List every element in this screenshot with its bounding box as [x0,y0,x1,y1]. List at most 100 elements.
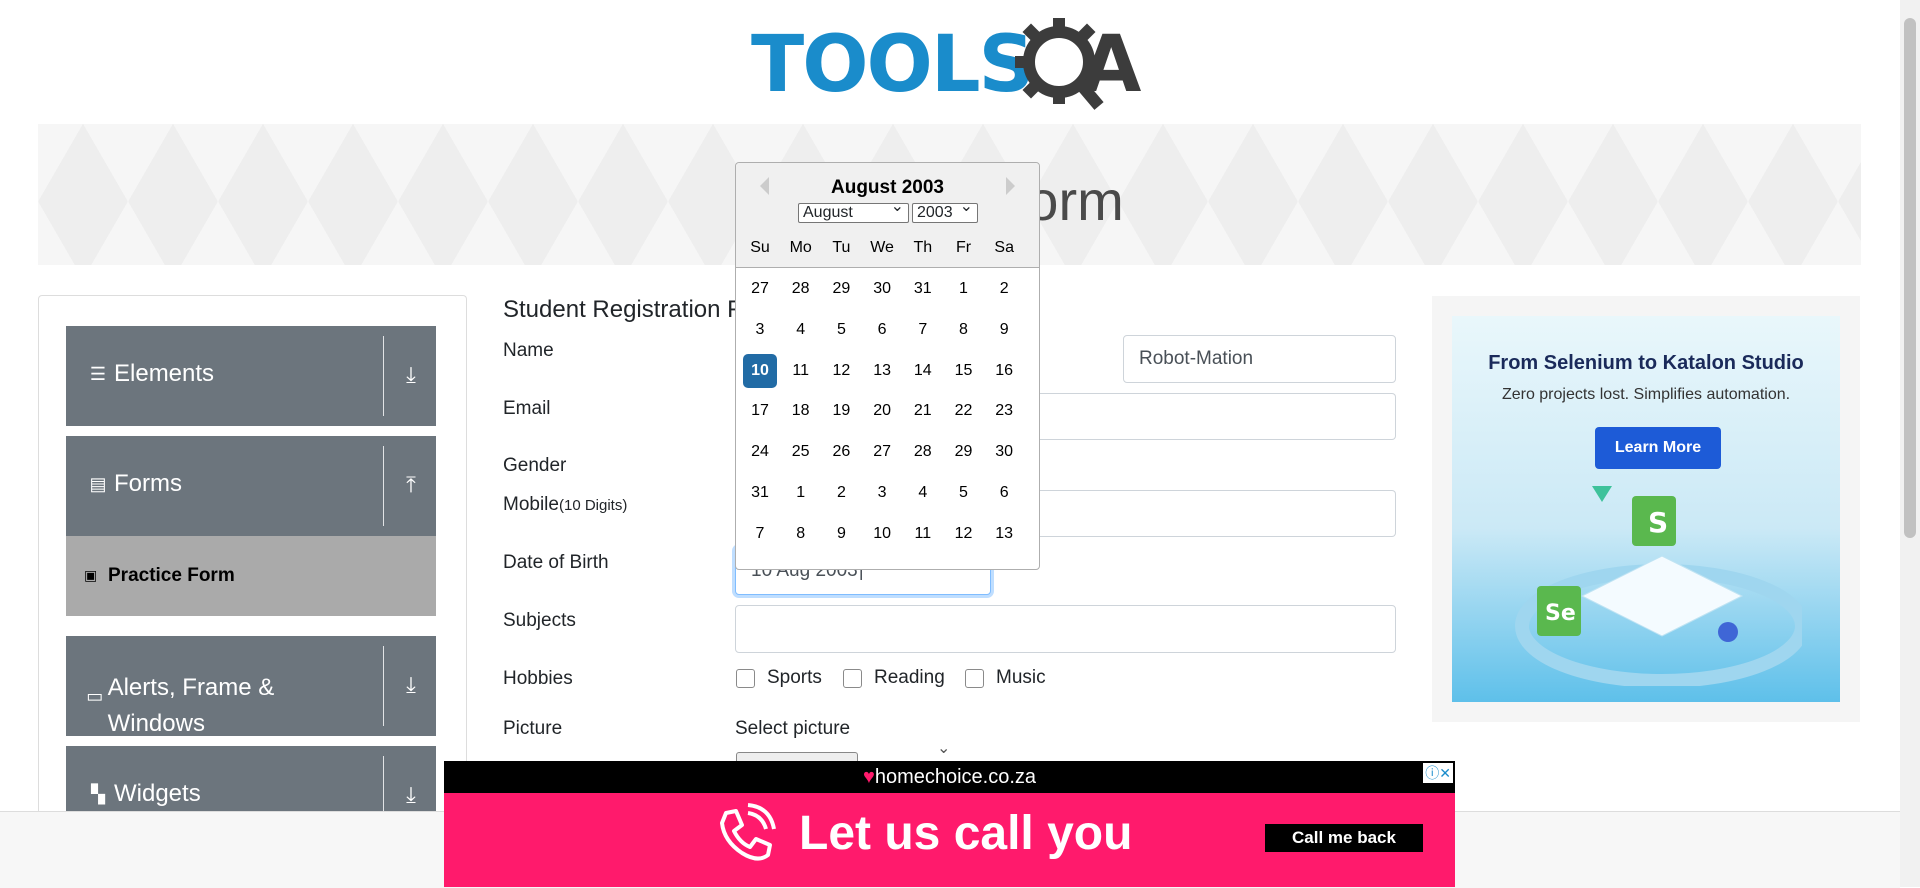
call-me-back-button[interactable]: Call me back [1265,824,1423,852]
month-select[interactable]: August [798,198,909,223]
sidebar-group-label: Elements [114,360,215,387]
day-cell[interactable]: 23 [987,394,1021,428]
ad-title: From Selenium to Katalon Studio [1488,352,1804,374]
day-cell[interactable]: 4 [906,476,940,510]
day-cell[interactable]: 11 [906,517,940,551]
last-name-field[interactable]: Robot-Mation [1123,335,1396,383]
weekday-label: Tu [832,239,851,256]
close-ad-icon[interactable]: ⓘ✕ [1423,763,1453,783]
hobby-label: Music [996,667,1046,688]
katalon-ad[interactable]: From Selenium to Katalon Studio Zero pro… [1432,296,1860,722]
day-cell[interactable]: 7 [743,517,777,551]
hobby-music-checkbox[interactable]: Music [965,667,1046,689]
day-cell[interactable]: 19 [824,394,858,428]
day-cell[interactable]: 28 [906,435,940,469]
day-cell[interactable]: 15 [947,354,981,388]
page-scrollbar[interactable] [1900,0,1920,887]
day-cell[interactable]: 18 [784,394,818,428]
day-cell[interactable]: 28 [784,272,818,306]
day-cell[interactable]: 12 [947,517,981,551]
ad-brand-text: homechoice.co.za [874,766,1037,788]
day-cell[interactable]: 20 [865,394,899,428]
gender-label: Gender [503,455,567,476]
sidebar-group-forms[interactable]: ▤ Forms ⤒ [66,436,436,536]
logo-suffix: A [1081,20,1142,110]
day-cell[interactable]: 9 [824,517,858,551]
day-cell[interactable]: 27 [743,272,777,306]
sidebar-group-elements[interactable]: ☰ Elements ⤓ [66,326,436,426]
day-cell[interactable]: 22 [947,394,981,428]
day-cell[interactable]: 10 [865,517,899,551]
datepicker-header: August 2003 August 2003 Su Mo Tu We Th Fr Sa [736,163,1039,268]
day-cell[interactable]: 6 [987,476,1021,510]
day-cell[interactable]: 1 [784,476,818,510]
phone-icon [720,803,776,861]
hobby-reading-checkbox[interactable]: Reading [843,667,945,689]
day-cell[interactable]: 9 [987,313,1021,347]
day-cell[interactable]: 29 [947,435,981,469]
day-cell[interactable]: 14 [906,354,940,388]
day-cell[interactable]: 17 [743,394,777,428]
day-cell[interactable]: 16 [987,354,1021,388]
day-cell[interactable]: 13 [987,517,1021,551]
day-cell[interactable]: 24 [743,435,777,469]
day-cell[interactable]: 1 [947,272,981,306]
download-arrow-icon[interactable]: ⤓ [396,672,426,698]
dob-label: Date of Birth [503,552,609,573]
day-cell[interactable]: 3 [865,476,899,510]
window-icon: ▭ [86,686,104,706]
svg-text:Se: Se [1545,601,1576,626]
download-arrow-icon[interactable]: ⤓ [396,782,426,808]
ad-illustration: S Se [1515,486,1802,686]
sidebar-group-label: Widgets [114,780,201,807]
day-cell[interactable]: 11 [784,354,818,388]
hobby-sports-checkbox[interactable]: Sports [736,667,822,689]
day-cell[interactable]: 6 [865,313,899,347]
day-cell[interactable]: 8 [784,517,818,551]
upload-arrow-icon[interactable]: ⤒ [396,472,426,498]
sidebar-group-alerts[interactable]: ▭ Alerts, Frame & Windows ⤓ [66,636,436,737]
day-cell[interactable]: 12 [824,354,858,388]
widgets-icon: ▚ [91,784,105,804]
day-cell[interactable]: 8 [947,313,981,347]
mobile-label-text: Mobile [503,494,559,515]
hobby-label: Reading [874,667,945,688]
day-cell[interactable]: 30 [865,272,899,306]
ad-subtitle: Zero projects lost. Simplifies automatio… [1501,386,1791,403]
weekday-label: Sa [994,239,1014,256]
day-cell[interactable]: 5 [947,476,981,510]
day-cell[interactable]: 4 [784,313,818,347]
day-cell[interactable]: 3 [743,313,777,347]
day-cell[interactable]: 10 [743,353,777,388]
day-cell[interactable]: 7 [906,313,940,347]
day-cell[interactable]: 13 [865,354,899,388]
chevron-down-icon: ⌄ [937,740,951,757]
day-cell[interactable]: 2 [824,476,858,510]
day-cell[interactable]: 27 [865,435,899,469]
datepicker-current-month: August 2003 [831,177,944,198]
picture-label: Picture [503,718,563,739]
email-field[interactable] [1035,393,1396,440]
subjects-input[interactable] [735,605,1396,653]
learn-more-button[interactable]: Learn More [1595,427,1721,469]
scrollbar-thumb[interactable] [1904,18,1916,538]
day-cell[interactable]: 2 [987,272,1021,306]
day-cell[interactable]: 21 [906,394,940,428]
next-month-icon[interactable] [1006,177,1015,195]
toolsqa-logo[interactable]: TOOLS A [751,18,1153,114]
day-cell[interactable]: 25 [784,435,818,469]
weekday-label: Mo [789,239,812,256]
day-cell[interactable]: 26 [824,435,858,469]
day-cell[interactable]: 29 [824,272,858,306]
day-cell[interactable]: 5 [824,313,858,347]
day-cell[interactable]: 31 [906,272,940,306]
weekday-label: Su [750,239,770,256]
year-select[interactable]: 2003 [912,198,978,223]
day-cell[interactable]: 31 [743,476,777,510]
weekday-label: Fr [955,239,972,256]
download-arrow-icon[interactable]: ⤓ [396,362,426,388]
homechoice-ad[interactable]: ♥homechoice.co.za ⓘ✕ Let us call you Cal… [444,761,1455,887]
day-cell[interactable]: 30 [987,435,1021,469]
mobile-field[interactable] [1035,490,1396,537]
sidebar-item-practice-form[interactable]: ▣ Practice Form [66,536,436,616]
